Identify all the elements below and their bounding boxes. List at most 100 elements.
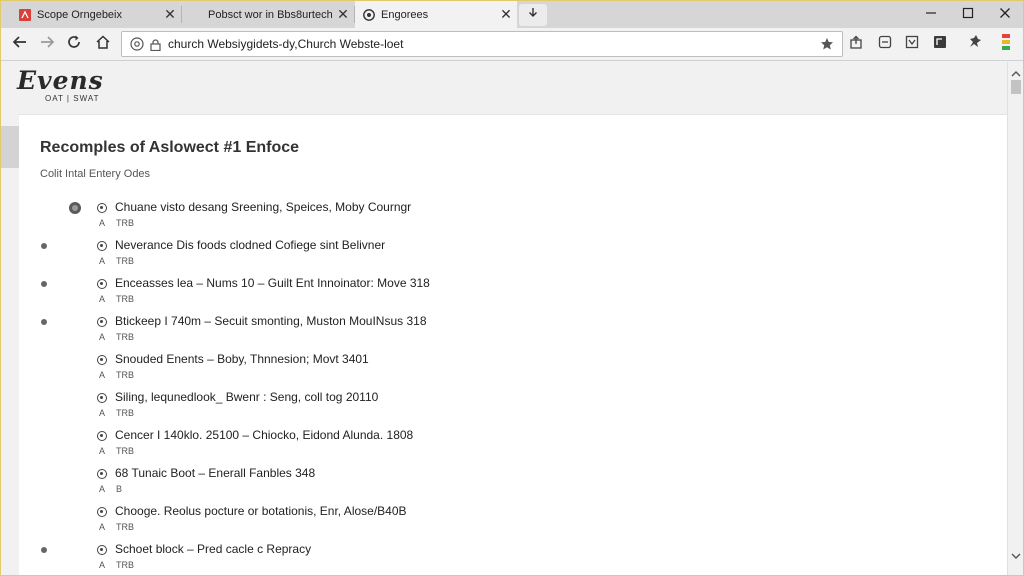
shield-icon	[905, 35, 919, 54]
list-item-meta-icon: A	[99, 560, 106, 570]
list-item-meta-icon: A	[99, 370, 106, 380]
left-side-marker	[1, 126, 19, 168]
list-item-label: Chuane visto desang Sreening, Speices, M…	[115, 200, 412, 214]
back-arrow-icon	[12, 34, 28, 55]
list-item-meta-icon: A	[99, 218, 106, 228]
content-panel: Recomples of Aslowect #1 Enfoce Colit In…	[19, 114, 1007, 575]
maximize-button[interactable]	[950, 1, 986, 28]
radio-icon[interactable]	[97, 241, 107, 251]
list-item-meta-icon: A	[99, 294, 106, 304]
reload-button[interactable]	[61, 33, 87, 55]
home-button[interactable]	[90, 33, 116, 55]
list-item-meta: TRB	[116, 294, 134, 304]
page-info-icon[interactable]	[130, 37, 144, 56]
list-item[interactable]: Schoet block – Pred cacle c Repracy A TR…	[19, 537, 1007, 575]
scroll-up-arrow-icon[interactable]	[1011, 66, 1021, 77]
list-item-label: Snouded Enents – Boby, Thnnesion; Movt 3…	[115, 352, 369, 366]
address-bar[interactable]: church Websiygidets-dy,Church Webste-loe…	[121, 31, 843, 57]
radio-icon[interactable]	[97, 203, 107, 213]
list-item-meta: TRB	[116, 446, 134, 456]
tab-3-close-icon[interactable]: ✕	[495, 6, 517, 23]
tab-3-title: Engorees	[381, 8, 429, 21]
page-subtitle: Colit Intal Entery Odes	[40, 168, 151, 180]
list-item-meta: TRB	[116, 256, 134, 266]
tab-2-close-icon[interactable]: ✕	[332, 6, 354, 23]
pdf-icon	[19, 8, 31, 21]
tab-2-title: Pobsct wor in Bbs8urtech	[208, 8, 332, 21]
scrollbar-thumb[interactable]	[1011, 80, 1021, 94]
tab-1-close-icon[interactable]: ✕	[159, 6, 181, 23]
event-list: Chuane visto desang Sreening, Speices, M…	[19, 195, 1007, 575]
extensions-puzzle-button[interactable]	[961, 33, 987, 55]
list-item-meta: TRB	[116, 408, 134, 418]
bullet-dot-icon	[41, 281, 47, 287]
logo-text: Evens	[17, 66, 104, 95]
tab-strip: Scope Orngebeix ✕ Pobsct wor in Bbs8urte…	[1, 1, 1023, 28]
extension-tab-button[interactable]	[872, 33, 898, 55]
profile-menu-button[interactable]	[993, 33, 1019, 55]
site-logo[interactable]: Evens OAT | SWAT	[17, 67, 137, 107]
list-item[interactable]: Neverance Dis foods clodned Cofiege sint…	[19, 233, 1007, 271]
radio-icon[interactable]	[97, 279, 107, 289]
logo-subtext: OAT | SWAT	[45, 94, 100, 103]
list-item[interactable]: Cencer I 140klo. 25100 – Chiocko, Eidond…	[19, 423, 1007, 461]
status-indicator-icon	[69, 202, 81, 214]
tab-1[interactable]: Scope Orngebeix ✕	[1, 1, 181, 28]
list-item-meta: TRB	[116, 370, 134, 380]
tab-1-title: Scope Orngebeix	[37, 8, 122, 21]
list-item[interactable]: Chuane visto desang Sreening, Speices, M…	[19, 195, 1007, 233]
download-arrow-icon	[527, 6, 539, 24]
list-item[interactable]: Chooge. Reolus pocture or botationis, En…	[19, 499, 1007, 537]
tab-2[interactable]: Pobsct wor in Bbs8urtech ✕	[182, 1, 354, 28]
back-button[interactable]	[7, 33, 33, 55]
puzzle-icon	[967, 34, 982, 54]
bullet-dot-icon	[41, 243, 47, 249]
list-item-label: 68 Tunaic Boot – Enerall Fanbles 348	[115, 466, 316, 480]
radio-icon[interactable]	[97, 507, 107, 517]
radio-icon[interactable]	[97, 393, 107, 403]
list-item[interactable]: Btickeep I 740m – Secuit smonting, Musto…	[19, 309, 1007, 347]
radio-icon[interactable]	[97, 469, 107, 479]
list-item-label: Cencer I 140klo. 25100 – Chiocko, Eidond…	[115, 428, 414, 442]
forward-arrow-icon	[39, 34, 55, 55]
list-item-meta: TRB	[116, 218, 134, 228]
list-item[interactable]: Snouded Enents – Boby, Thnnesion; Movt 3…	[19, 347, 1007, 385]
radio-icon[interactable]	[97, 355, 107, 365]
new-tab-button[interactable]	[519, 4, 547, 26]
extension-share-button[interactable]	[843, 33, 869, 55]
list-item-meta-icon: A	[99, 446, 106, 456]
scroll-down-arrow-icon[interactable]	[1011, 548, 1021, 559]
list-item-label: Neverance Dis foods clodned Cofiege sint…	[115, 238, 386, 252]
browser-toolbar: church Websiygidets-dy,Church Webste-loe…	[1, 28, 1023, 61]
list-item-meta-icon: A	[99, 408, 106, 418]
browser-window: Scope Orngebeix ✕ Pobsct wor in Bbs8urte…	[0, 0, 1024, 576]
minimize-button[interactable]	[913, 1, 949, 28]
bullet-dot-icon	[41, 319, 47, 325]
close-icon	[999, 6, 1011, 24]
maximize-icon	[962, 6, 974, 24]
extension-dark-button[interactable]	[927, 33, 953, 55]
list-item[interactable]: 68 Tunaic Boot – Enerall Fanbles 348 A B	[19, 461, 1007, 499]
list-item[interactable]: Siling, lequnedlook_ Bwenr : Seng, coll …	[19, 385, 1007, 423]
list-item-label: Chooge. Reolus pocture or botationis, En…	[115, 504, 407, 518]
forward-button[interactable]	[34, 33, 60, 55]
list-item[interactable]: Enceasses lea – Nums 10 – Guilt Ent Inno…	[19, 271, 1007, 309]
page-title: Recomples of Aslowect #1 Enfoce	[40, 139, 300, 156]
radio-icon[interactable]	[97, 431, 107, 441]
chrome-page-icon	[363, 8, 375, 21]
bookmark-star-icon[interactable]	[820, 37, 834, 56]
tab-3-active[interactable]: Engorees ✕	[355, 1, 517, 28]
list-item-meta: TRB	[116, 332, 134, 342]
dark-extension-icon	[933, 35, 947, 54]
reload-icon	[66, 34, 82, 55]
radio-icon[interactable]	[97, 317, 107, 327]
minimize-icon	[925, 6, 937, 24]
tab-search-icon	[878, 35, 892, 54]
list-item-label: Btickeep I 740m – Secuit smonting, Musto…	[115, 314, 427, 328]
share-icon	[849, 35, 863, 54]
vertical-scrollbar[interactable]	[1007, 62, 1023, 575]
lock-icon	[150, 38, 161, 56]
radio-icon[interactable]	[97, 545, 107, 555]
extension-shield-button[interactable]	[899, 33, 925, 55]
close-window-button[interactable]	[987, 1, 1023, 28]
